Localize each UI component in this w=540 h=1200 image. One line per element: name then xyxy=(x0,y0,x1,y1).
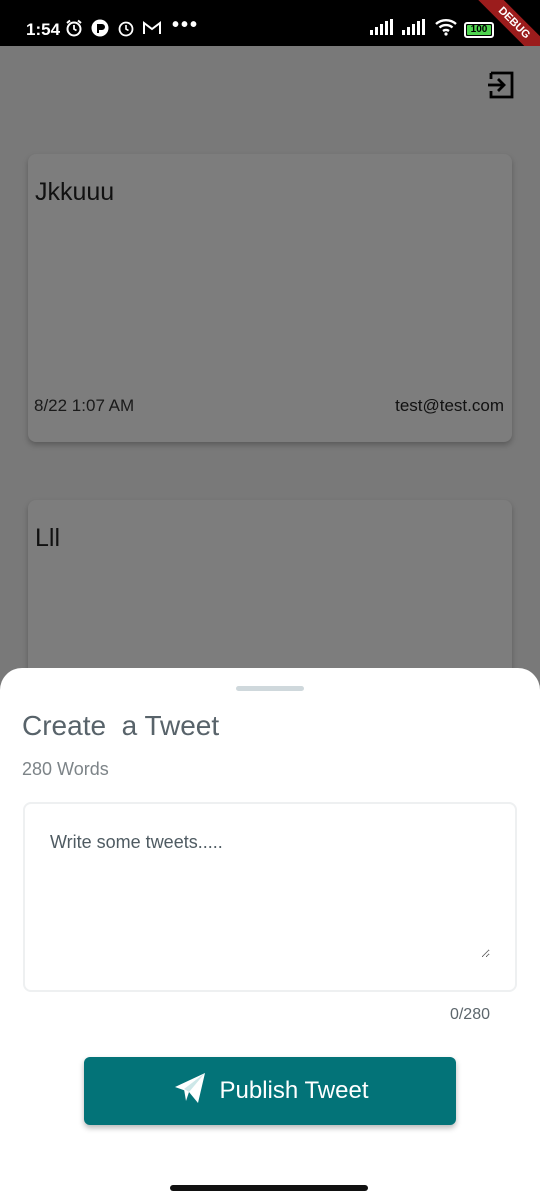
tweet-timestamp: 8/22 1:07 AM xyxy=(34,396,135,415)
wifi-icon xyxy=(434,18,458,41)
create-tweet-sheet: Create a Tweet 280 Words 0/280 Publish T… xyxy=(0,668,540,1200)
tweet-text: Jkkuuu xyxy=(35,178,115,206)
tweet-text: Lll xyxy=(35,524,61,552)
tweet-author-email: test@test.com xyxy=(395,396,504,415)
tweet-input[interactable] xyxy=(50,832,490,958)
clock-icon xyxy=(116,18,136,38)
character-counter: 0/280 xyxy=(449,1006,490,1023)
status-time: 1:54 xyxy=(26,20,61,39)
alarm-icon xyxy=(64,18,84,38)
home-indicator[interactable] xyxy=(170,1185,368,1191)
signal-icon xyxy=(370,19,396,40)
tweet-card[interactable]: Jkkuuu 8/22 1:07 AM test@test.com xyxy=(28,154,512,442)
tweet-input-container[interactable] xyxy=(23,802,517,992)
gmail-icon xyxy=(142,18,162,38)
drag-handle[interactable] xyxy=(236,686,304,691)
sheet-title: Create a Tweet xyxy=(22,710,220,741)
battery-percent: 100 xyxy=(470,24,488,35)
send-icon xyxy=(172,1070,208,1113)
logout-icon xyxy=(486,71,516,104)
status-notification-icons xyxy=(64,18,162,38)
more-notifications-icon: ••• xyxy=(172,14,200,36)
signal-icon-2 xyxy=(402,19,428,40)
app-notification-icon xyxy=(90,18,110,38)
word-limit-label: 280 Words xyxy=(22,759,109,779)
battery-icon: 100 xyxy=(464,21,494,38)
status-system-icons: 100 xyxy=(370,18,494,41)
publish-tweet-button[interactable]: Publish Tweet xyxy=(84,1057,456,1125)
logout-button[interactable] xyxy=(486,70,516,100)
publish-tweet-label: Publish Tweet xyxy=(219,1077,369,1104)
status-bar: 1:54 ••• 100 DEBUG xyxy=(0,0,540,72)
